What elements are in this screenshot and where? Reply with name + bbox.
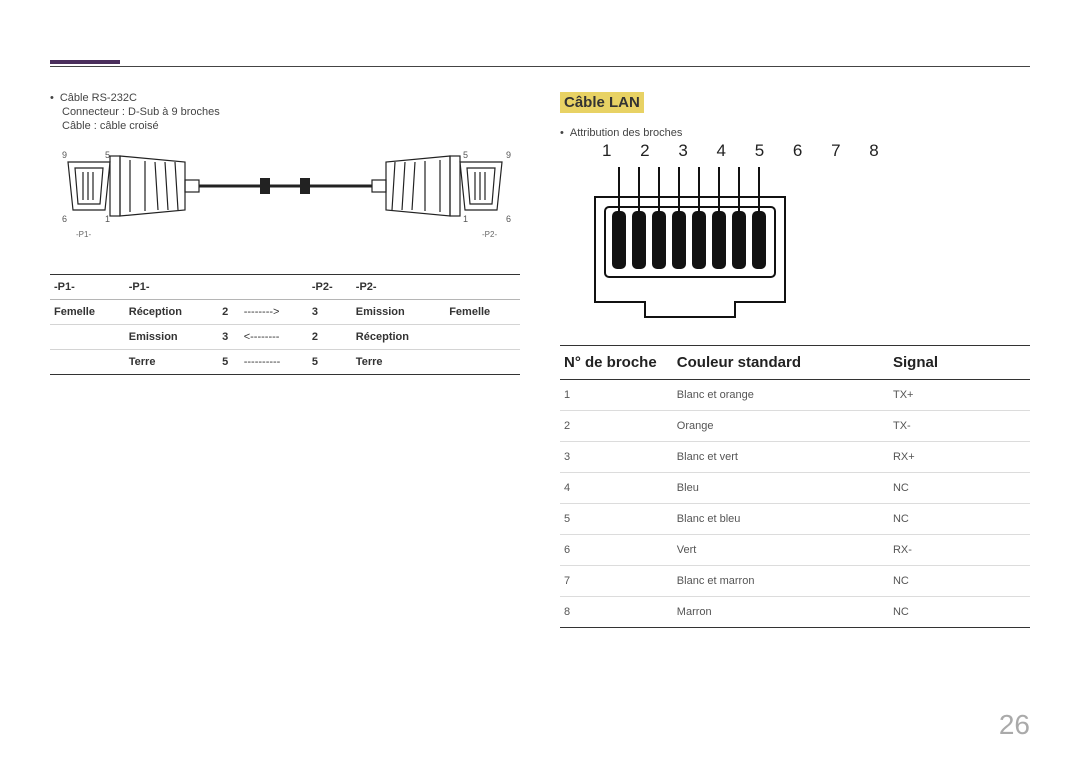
diagram-label: 6: [62, 214, 67, 224]
table-header: [240, 275, 308, 300]
left-column: Câble RS-232C Connecteur : D-Sub à 9 bro…: [50, 40, 520, 628]
table-row: 7Blanc et marronNC: [560, 566, 1030, 597]
lan-pinout-table: N° de broche Couleur standard Signal 1Bl…: [560, 345, 1030, 628]
rj45-diagram: [590, 167, 795, 325]
table-header: -P2-: [352, 275, 445, 300]
table-row: 5Blanc et bleuNC: [560, 504, 1030, 535]
rj45-pin-numbers: 1 2 3 4 5 6 7 8: [602, 141, 1030, 161]
table-row: 8MarronNC: [560, 597, 1030, 628]
diagram-label: 9: [62, 150, 67, 160]
table-row: Emission 3 <-------- 2 Réception: [50, 325, 520, 350]
table-row: 4BleuNC: [560, 473, 1030, 504]
table-header: -P1-: [50, 275, 125, 300]
diagram-label: 5: [105, 150, 110, 160]
table-row: Terre 5 ---------- 5 Terre: [50, 350, 520, 375]
header-rule: [50, 66, 1030, 67]
rs232-pinout-table: -P1- -P1- -P2- -P2- Femelle Réception 2: [50, 274, 520, 375]
page-number: 26: [999, 709, 1030, 741]
table-header: -P2-: [308, 275, 352, 300]
lan-bullet: Attribution des broches: [560, 127, 1030, 139]
table-row: 1Blanc et orangeTX+: [560, 380, 1030, 411]
diagram-label: -P2-: [482, 230, 497, 239]
table-header: [445, 275, 520, 300]
diagram-label: -P1-: [76, 230, 91, 239]
diagram-label: 1: [105, 214, 110, 224]
header-accent: [50, 60, 120, 64]
right-column: Câble LAN Attribution des broches 1 2 3 …: [560, 40, 1030, 628]
rs232-cable-diagram: 9 5 6 1 -P1- 5 9 1 6 -P2-: [50, 142, 520, 252]
rs232-cable-line: Câble : câble croisé: [62, 120, 520, 132]
diagram-label: 6: [506, 214, 511, 224]
table-header: N° de broche: [560, 346, 673, 380]
table-header: -P1-: [125, 275, 218, 300]
rs232-connector-line: Connecteur : D-Sub à 9 broches: [62, 106, 520, 118]
table-header: Signal: [889, 346, 1030, 380]
diagram-label: 9: [506, 150, 511, 160]
table-row: Femelle Réception 2 --------> 3 Emission…: [50, 300, 520, 325]
page-content: Câble RS-232C Connecteur : D-Sub à 9 bro…: [0, 0, 1080, 628]
table-row: 2OrangeTX-: [560, 411, 1030, 442]
diagram-label: 5: [463, 150, 468, 160]
table-row: 6VertRX-: [560, 535, 1030, 566]
table-header: Couleur standard: [673, 346, 889, 380]
lan-section-heading: Câble LAN: [560, 92, 644, 113]
rs232-bullet: Câble RS-232C: [50, 92, 520, 104]
table-row: 3Blanc et vertRX+: [560, 442, 1030, 473]
diagram-label: 1: [463, 214, 468, 224]
